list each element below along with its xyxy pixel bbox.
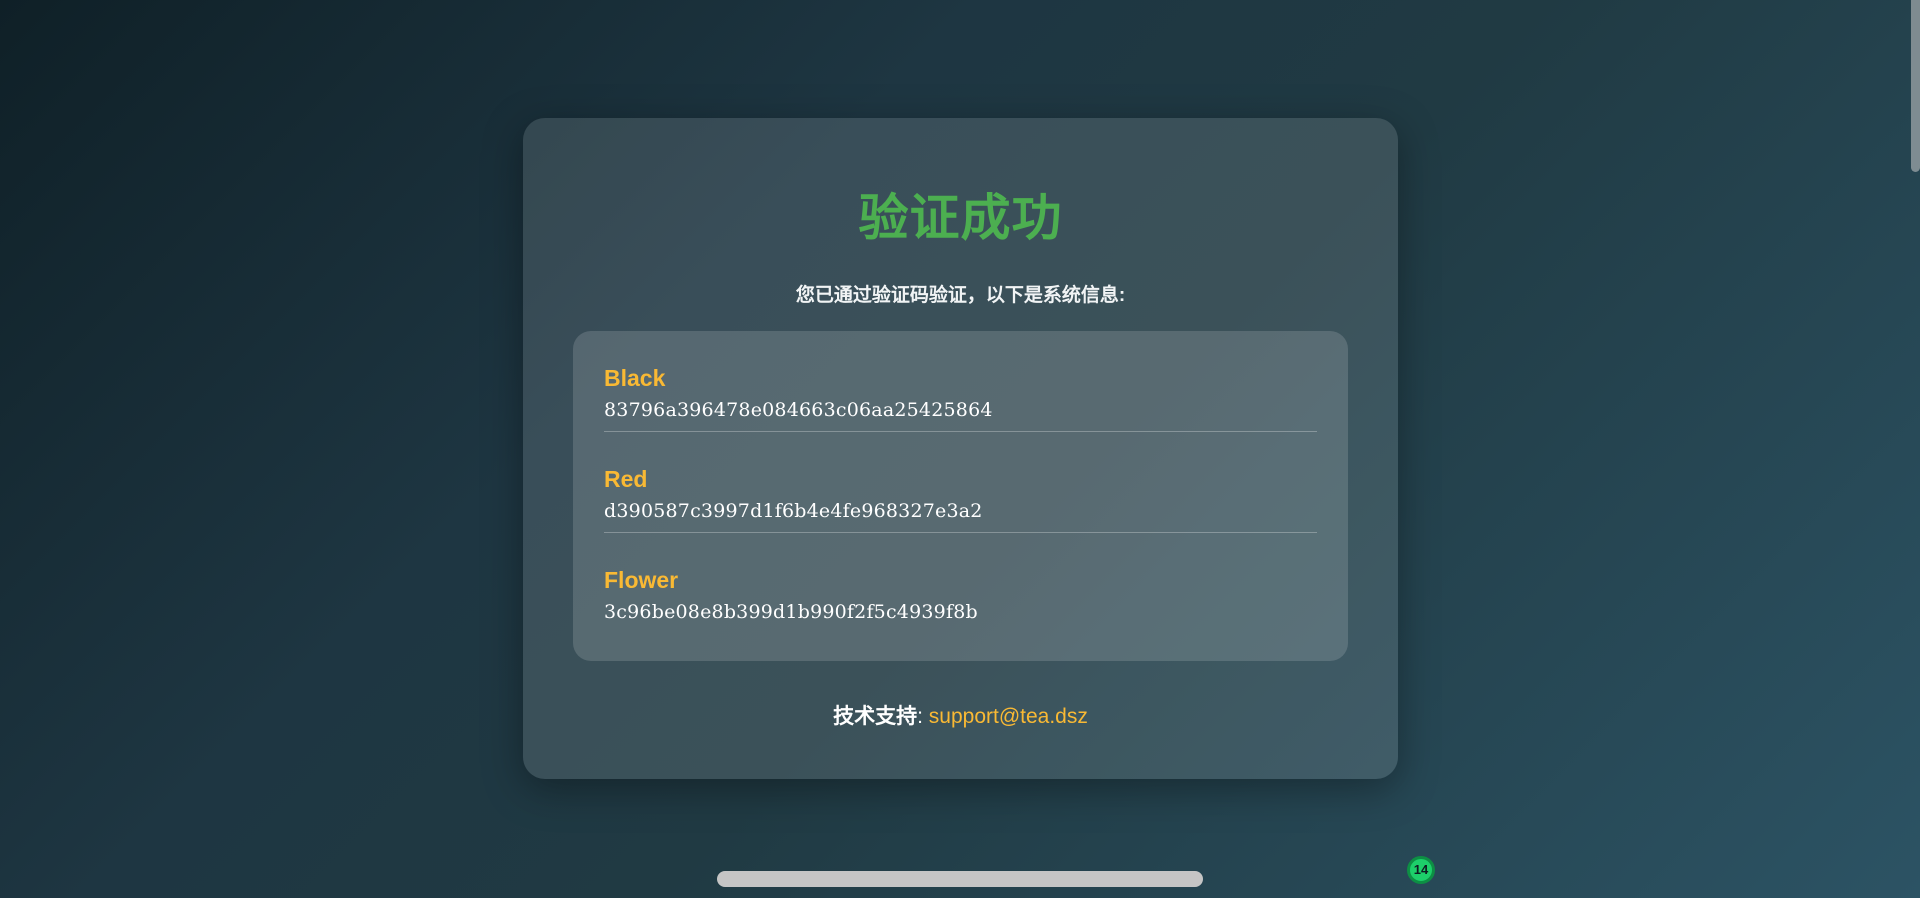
info-key: Flower	[604, 567, 679, 593]
notification-badge[interactable]: 14	[1407, 856, 1435, 884]
info-row-flower: Flower 3c96be08e8b399d1b990f2f5c4939f8b	[604, 533, 1317, 634]
info-row-red: Red d390587c3997d1f6b4e4fe968327e3a2	[604, 432, 1317, 533]
page-subtitle: 您已通过验证码验证，以下是系统信息:	[795, 285, 1126, 306]
info-value: d390587c3997d1f6b4e4fe968327e3a2	[604, 500, 983, 522]
page-title: 验证成功	[858, 190, 1063, 246]
info-value: 3c96be08e8b399d1b990f2f5c4939f8b	[604, 601, 978, 623]
support-email-link[interactable]: support@tea.dsz	[929, 705, 1088, 728]
verification-card: 验证成功 您已通过验证码验证，以下是系统信息: Black 83796a3964…	[523, 118, 1398, 779]
horizontal-scrollbar[interactable]	[717, 871, 1203, 887]
info-row-black: Black 83796a396478e084663c06aa25425864	[604, 331, 1317, 432]
support-separator: :	[917, 705, 929, 728]
info-value: 83796a396478e084663c06aa25425864	[604, 399, 993, 421]
support-label: 技术支持	[833, 705, 918, 728]
support-line: 技术支持: support@tea.dsz	[523, 700, 1398, 730]
page-background: 验证成功 您已通过验证码验证，以下是系统信息: Black 83796a3964…	[0, 0, 1920, 898]
system-info-box: Black 83796a396478e084663c06aa25425864 R…	[573, 331, 1348, 661]
vertical-scrollbar[interactable]	[1911, 0, 1920, 172]
info-key: Black	[604, 365, 666, 391]
info-key: Red	[604, 466, 648, 492]
